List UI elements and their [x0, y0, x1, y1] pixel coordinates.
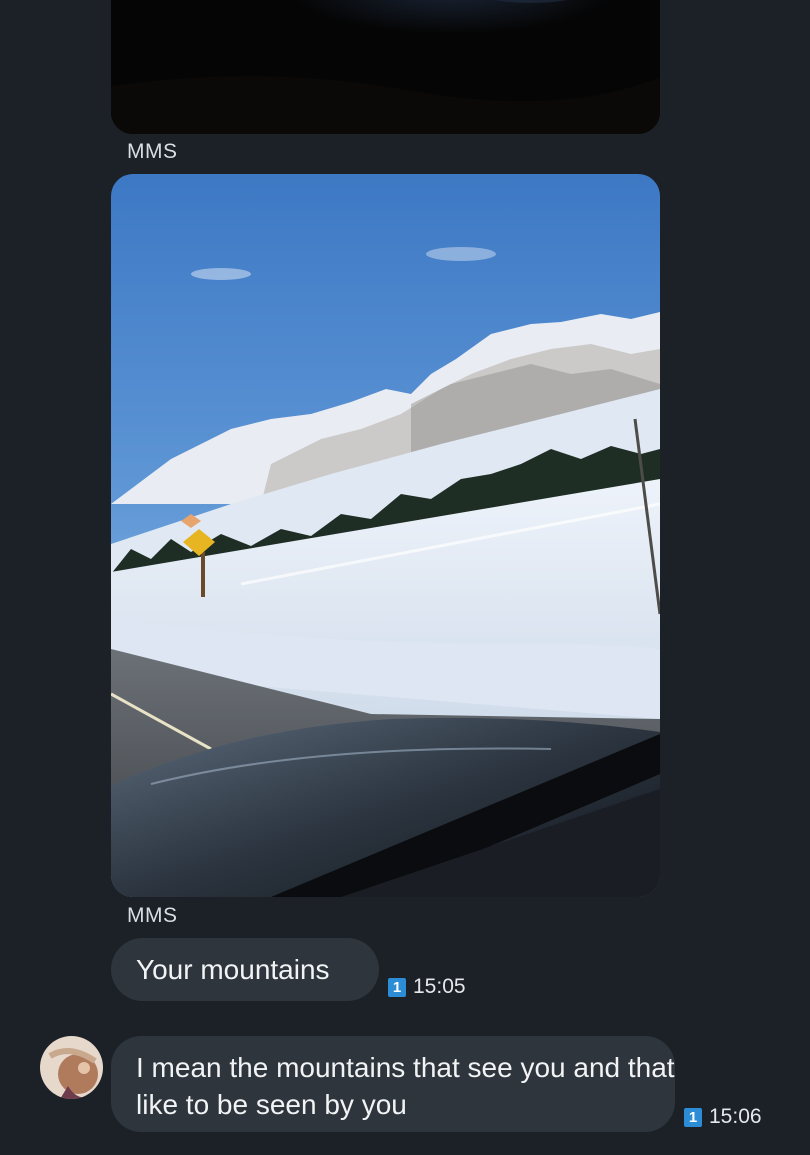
message-text: I mean the mountains that see you and th… — [136, 1052, 675, 1120]
message-text: Your mountains — [136, 954, 330, 985]
sim-1-icon: 1 — [684, 1107, 702, 1127]
sim-1-icon: 1 — [388, 977, 406, 997]
mms-image-dark[interactable] — [111, 0, 660, 134]
message-bubble[interactable]: I mean the mountains that see you and th… — [111, 1036, 675, 1132]
mms-image-mountain[interactable] — [111, 174, 660, 897]
contact-avatar[interactable] — [40, 1036, 103, 1099]
dark-photo — [111, 0, 660, 134]
avatar-photo — [40, 1036, 103, 1099]
message-bubble[interactable]: Your mountains — [111, 938, 379, 1001]
message-timestamp: 15:05 — [413, 975, 466, 998]
message-meta: 1 15:05 — [388, 975, 466, 999]
message-meta: 1 15:06 — [684, 1105, 762, 1129]
message-timestamp: 15:06 — [709, 1105, 762, 1128]
mountain-photo — [111, 174, 660, 897]
mms-label: MMS — [127, 140, 178, 163]
mms-label: MMS — [127, 904, 178, 927]
